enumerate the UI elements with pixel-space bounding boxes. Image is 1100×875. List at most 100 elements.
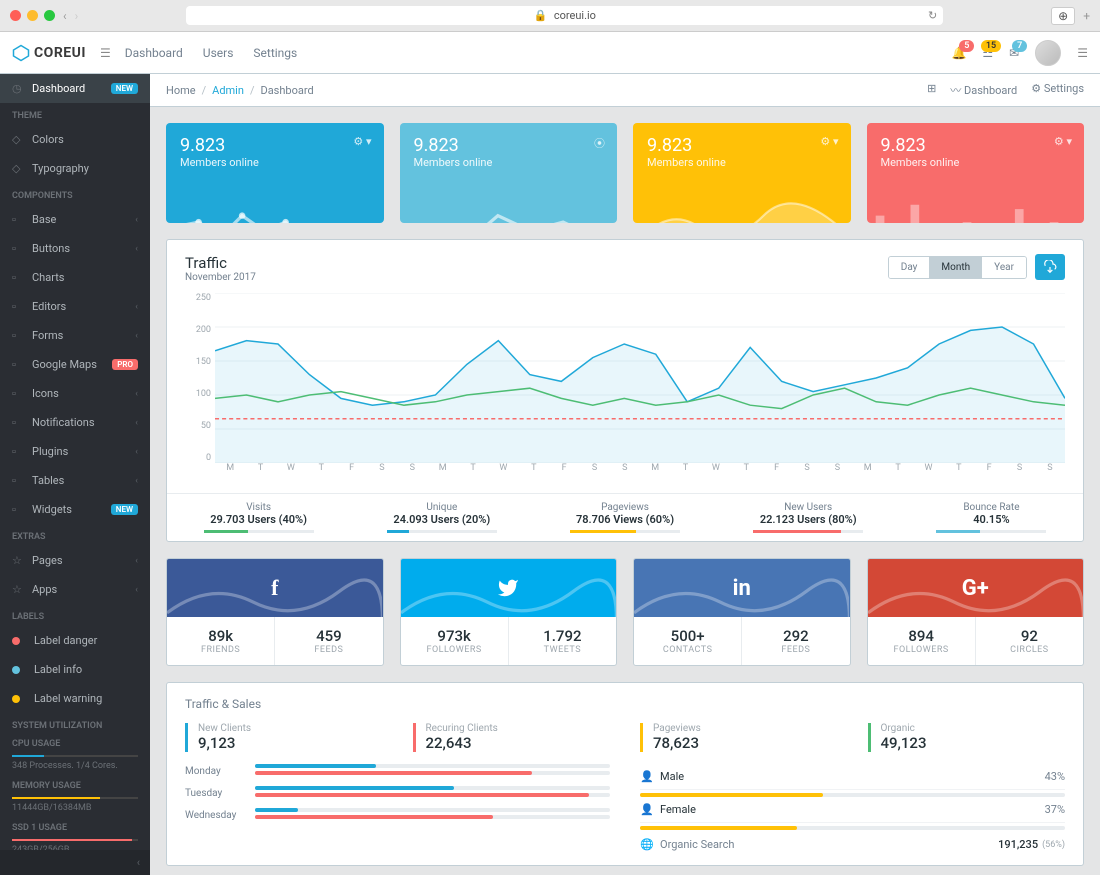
stat-menu-icon[interactable]: ⦿ bbox=[594, 135, 605, 151]
sidebar-item-base[interactable]: ▫Base‹ bbox=[0, 205, 150, 234]
sidebar-item-dashboard[interactable]: ◷ Dashboard NEW bbox=[0, 74, 150, 103]
sidebar-item-notifications[interactable]: ▫Notifications‹ bbox=[0, 408, 150, 437]
new-badge: NEW bbox=[111, 83, 138, 94]
sidebar-item-widgets[interactable]: ▫WidgetsNEW bbox=[0, 495, 150, 524]
stat-value: 9.823 bbox=[647, 135, 837, 156]
sidebar: ◷ Dashboard NEW THEME ◇Colors◇Typography… bbox=[0, 74, 150, 875]
day-row-monday: Monday bbox=[185, 764, 610, 778]
header-right: 🔔5 ☲15 ✉7 ☰ bbox=[951, 40, 1088, 66]
sidebar-item-buttons[interactable]: ▫Buttons‹ bbox=[0, 234, 150, 263]
user-icon: 👤 bbox=[640, 803, 660, 816]
main-content: Home / Admin / Dashboard ⊞ 〰 Dashboard ⚙… bbox=[150, 74, 1100, 875]
sales-stat-pageviews: Pageviews78,623 bbox=[640, 723, 838, 752]
sidebar-section-sys: SYSTEM UTILIZATION bbox=[0, 713, 150, 735]
social-card-2: in 500+CONTACTS 292FEEDS bbox=[633, 558, 851, 666]
stat-value: 9.823 bbox=[881, 135, 1071, 156]
sidebar-item-forms[interactable]: ▫Forms‹ bbox=[0, 321, 150, 350]
reader-button[interactable]: ⊕ bbox=[1051, 7, 1075, 25]
new-tab-button[interactable]: + bbox=[1083, 9, 1090, 23]
minimize-window-icon[interactable] bbox=[27, 10, 38, 21]
breadcrumb-current: Dashboard bbox=[260, 84, 313, 97]
sidebar-item-editors[interactable]: ▫Editors‹ bbox=[0, 292, 150, 321]
stat-label: Members online bbox=[647, 156, 837, 169]
lock-icon: 🔒 bbox=[533, 9, 547, 22]
period-year[interactable]: Year bbox=[982, 257, 1026, 278]
sidebar-item-tables[interactable]: ▫Tables‹ bbox=[0, 466, 150, 495]
sidebar-item-charts[interactable]: ▫Charts bbox=[0, 263, 150, 292]
sidebar-minimizer[interactable]: ‹ bbox=[0, 850, 150, 875]
browser-chrome: ‹ › 🔒 coreui.io ↻ ⊕ + bbox=[0, 0, 1100, 32]
sidebar-item-apps[interactable]: ☆Apps‹ bbox=[0, 575, 150, 604]
breadcrumb: Home / Admin / Dashboard ⊞ 〰 Dashboard ⚙… bbox=[150, 74, 1100, 107]
url-bar[interactable]: 🔒 coreui.io ↻ bbox=[186, 6, 943, 25]
download-button[interactable] bbox=[1035, 254, 1065, 280]
sales-stat-organic: Organic49,123 bbox=[868, 723, 1066, 752]
sidebar-section-components: COMPONENTS bbox=[0, 183, 150, 205]
social-icon: G+ bbox=[962, 576, 989, 601]
social-card-3: G+ 894FOLLOWERS 92CIRCLES bbox=[867, 558, 1085, 666]
breadcrumb-admin[interactable]: Admin bbox=[212, 84, 244, 97]
sidebar-label-label-warning[interactable]: Label warning bbox=[0, 684, 150, 713]
sidebar-toggle-icon[interactable]: ☰ bbox=[100, 46, 111, 60]
breadcrumb-action-settings[interactable]: ⚙ Settings bbox=[1031, 82, 1084, 98]
traffic-footer-bounce-rate: Bounce Rate40.15% bbox=[900, 494, 1083, 541]
stat-menu-icon[interactable]: ⚙ ▾ bbox=[820, 135, 838, 148]
period-day[interactable]: Day bbox=[889, 257, 930, 278]
stat-value: 9.823 bbox=[414, 135, 604, 156]
stat-menu-icon[interactable]: ⚙ ▾ bbox=[1054, 135, 1072, 148]
back-button[interactable]: ‹ bbox=[63, 9, 67, 23]
nav-settings[interactable]: Settings bbox=[253, 46, 297, 60]
tasks-icon[interactable]: ☲15 bbox=[982, 46, 993, 60]
messages-icon[interactable]: ✉7 bbox=[1009, 46, 1019, 60]
traffic-footer-new-users: New Users22.123 Users (80%) bbox=[717, 494, 900, 541]
traffic-subtitle: November 2017 bbox=[185, 272, 256, 283]
header-nav: Dashboard Users Settings bbox=[125, 46, 297, 60]
breadcrumb-home[interactable]: Home bbox=[166, 84, 196, 97]
stat-menu-icon[interactable]: ⚙ ▾ bbox=[353, 135, 371, 148]
stat-card-2: 9.823 Members online ⚙ ▾ bbox=[633, 123, 851, 223]
url-text: coreui.io bbox=[554, 9, 596, 22]
traffic-sales-card: Traffic & Sales New Clients9,123Recuring… bbox=[166, 682, 1084, 866]
nav-users[interactable]: Users bbox=[203, 46, 234, 60]
sidebar-item-colors[interactable]: ◇Colors bbox=[0, 125, 150, 154]
brand-icon bbox=[12, 44, 30, 62]
window-controls bbox=[10, 10, 55, 21]
sales-title: Traffic & Sales bbox=[185, 697, 1065, 711]
sidebar-item-typography[interactable]: ◇Typography bbox=[0, 154, 150, 183]
sidebar-section-extras: EXTRAS bbox=[0, 524, 150, 546]
user-icon: 👤 bbox=[640, 770, 660, 783]
social-icon: in bbox=[733, 576, 751, 601]
source-label: Organic Search bbox=[660, 838, 734, 851]
breadcrumb-action-dashboard[interactable]: 〰 Dashboard bbox=[950, 82, 1017, 98]
brand-logo[interactable]: COREUI bbox=[12, 44, 86, 62]
avatar[interactable] bbox=[1035, 40, 1061, 66]
stat-label: Members online bbox=[881, 156, 1071, 169]
sidebar-label-label-danger[interactable]: Label danger bbox=[0, 626, 150, 655]
sales-stat-recuring-clients: Recuring Clients22,643 bbox=[413, 723, 611, 752]
traffic-title: Traffic bbox=[185, 254, 256, 272]
maximize-window-icon[interactable] bbox=[44, 10, 55, 21]
close-window-icon[interactable] bbox=[10, 10, 21, 21]
aside-toggle-icon[interactable]: ☰ bbox=[1077, 46, 1088, 60]
gender-row-female: 👤Female37% bbox=[640, 797, 1065, 830]
stat-label: Members online bbox=[414, 156, 604, 169]
sidebar-item-google-maps[interactable]: ▫Google MapsPRO bbox=[0, 350, 150, 379]
sidebar-item-icons[interactable]: ▫Icons‹ bbox=[0, 379, 150, 408]
social-cards-row: f 89kFRIENDS 459FEEDS 973kFOLLOWERS 1.79… bbox=[166, 558, 1084, 666]
sidebar-label-label-info[interactable]: Label info bbox=[0, 655, 150, 684]
notifications-icon[interactable]: 🔔5 bbox=[951, 46, 966, 60]
stat-label: Members online bbox=[180, 156, 370, 169]
sparkline bbox=[867, 183, 1085, 223]
sidebar-item-label: Dashboard bbox=[32, 82, 85, 95]
stat-card-3: 9.823 Members online ⚙ ▾ bbox=[867, 123, 1085, 223]
nav-dashboard[interactable]: Dashboard bbox=[125, 46, 183, 60]
breadcrumb-action-speed[interactable]: ⊞ bbox=[927, 82, 936, 98]
sidebar-item-pages[interactable]: ☆Pages‹ bbox=[0, 546, 150, 575]
traffic-card: Traffic November 2017 DayMonthYear 25020… bbox=[166, 239, 1084, 542]
day-row-tuesday: Tuesday bbox=[185, 786, 610, 800]
traffic-footer-unique: Unique24.093 Users (20%) bbox=[350, 494, 533, 541]
period-month[interactable]: Month bbox=[929, 257, 982, 278]
reload-icon[interactable]: ↻ bbox=[928, 9, 937, 22]
source-value: 191,235 bbox=[998, 838, 1038, 851]
sidebar-item-plugins[interactable]: ▫Plugins‹ bbox=[0, 437, 150, 466]
